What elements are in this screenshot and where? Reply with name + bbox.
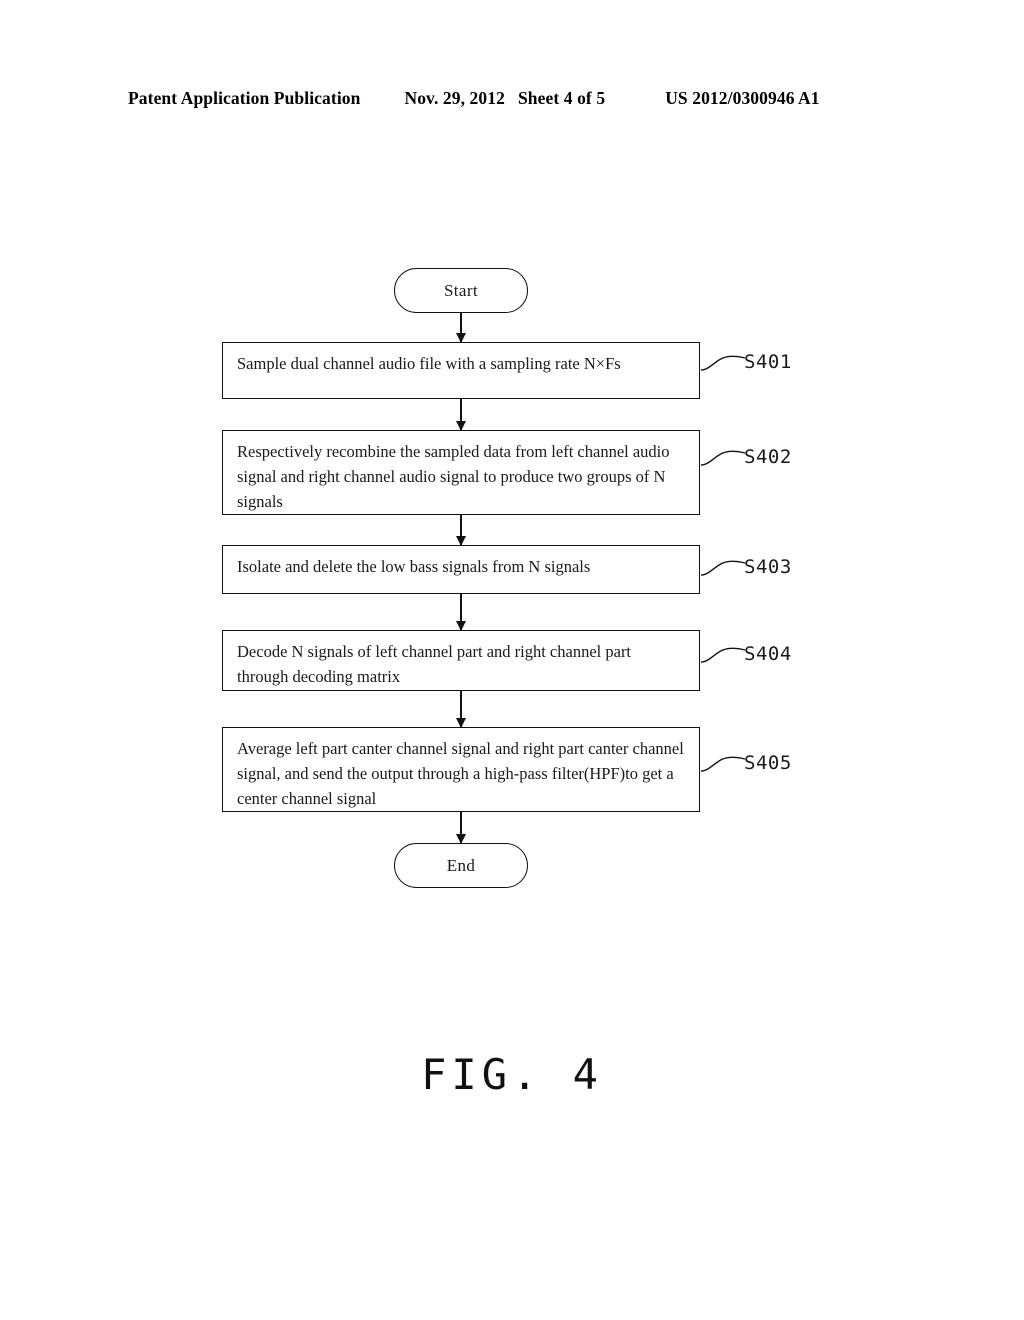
leader-line-s405 (700, 756, 746, 772)
connector-arrow-s404-to-s405 (456, 691, 466, 728)
flowchart-node-start: Start (394, 268, 528, 313)
connector-arrow-s403-to-s404 (456, 594, 466, 631)
leader-line-s404 (700, 647, 746, 663)
step-reference-label-s404: S404 (744, 643, 792, 665)
step-reference-label-s401: S401 (744, 351, 792, 373)
flowchart-step-s402: Respectively recombine the sampled data … (222, 430, 700, 515)
leader-line-s403 (700, 560, 746, 576)
flowchart-step-s401: Sample dual channel audio file with a sa… (222, 342, 700, 399)
flowchart-node-end-label: End (446, 855, 476, 875)
figure-caption: FIG. 4 (421, 1050, 603, 1099)
flowchart-node-end: End (394, 843, 528, 888)
step-reference-label-s403: S403 (744, 556, 792, 578)
flowchart-diagram: Start Sample dual channel audio file wit… (0, 0, 1024, 1320)
connector-arrow-s401-to-s402 (456, 399, 466, 431)
flowchart-step-s401-text: Sample dual channel audio file with a sa… (237, 354, 621, 373)
connector-arrow-start-to-s401 (456, 313, 466, 343)
flowchart-step-s403-text: Isolate and delete the low bass signals … (237, 557, 591, 576)
leader-line-s401 (700, 355, 746, 371)
step-reference-label-s405: S405 (744, 752, 792, 774)
flowchart-step-s404: Decode N signals of left channel part an… (222, 630, 700, 691)
flowchart-step-s405-text: Average left part canter channel signal … (237, 739, 684, 808)
step-reference-label-s402: S402 (744, 446, 792, 468)
connector-arrow-s405-to-end (456, 812, 466, 844)
flowchart-step-s404-text: Decode N signals of left channel part an… (237, 642, 632, 686)
connector-arrow-s402-to-s403 (456, 515, 466, 546)
flowchart-step-s405: Average left part canter channel signal … (222, 727, 700, 812)
leader-line-s402 (700, 450, 746, 466)
flowchart-step-s403: Isolate and delete the low bass signals … (222, 545, 700, 594)
flowchart-node-start-label: Start (443, 280, 479, 300)
flowchart-step-s402-text: Respectively recombine the sampled data … (237, 442, 670, 511)
